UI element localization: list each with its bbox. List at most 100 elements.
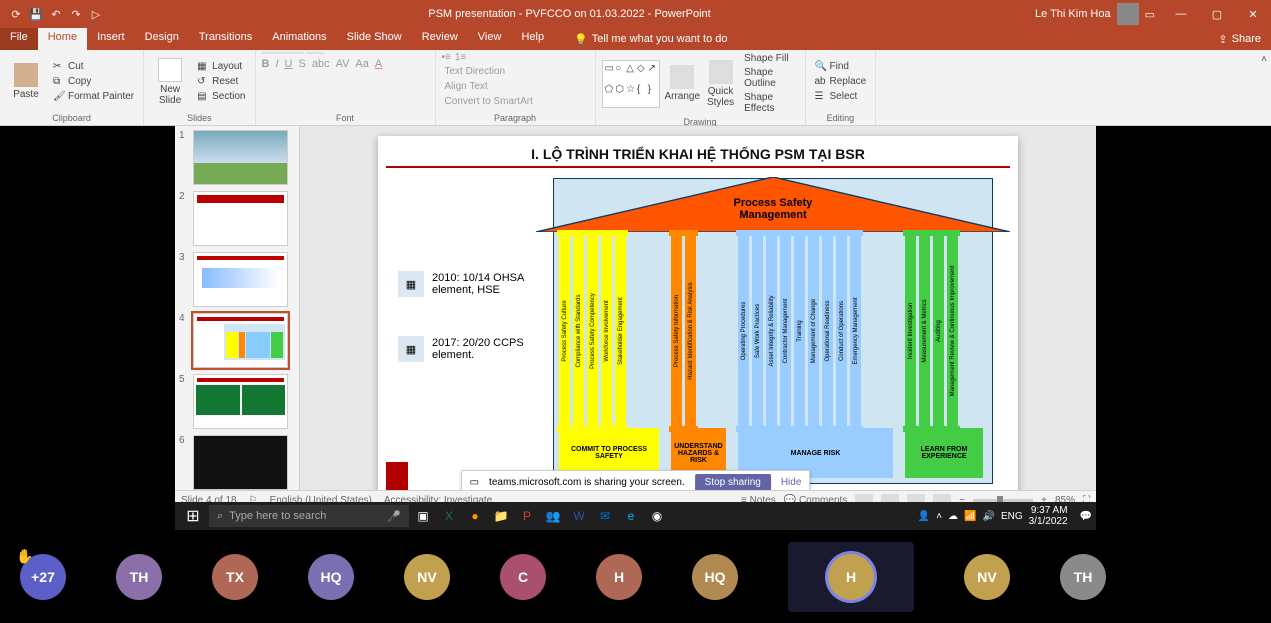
select-button[interactable]: ☰Select [812, 90, 870, 104]
tray-lang[interactable]: ENG [1001, 511, 1023, 522]
align-text-button[interactable]: Align Text [442, 80, 491, 93]
thumb-num: 4 [179, 313, 189, 368]
autosave-icon[interactable]: ⟳ [8, 6, 24, 22]
participant-avatar[interactable]: HQ [308, 554, 354, 600]
replace-button[interactable]: abReplace [812, 75, 870, 89]
shapes-gallery[interactable]: ▭○△◇↗ ⬠⬡☆{} [602, 60, 661, 108]
notifications-icon[interactable]: 💬 [1080, 511, 1092, 522]
find-button[interactable]: 🔍Find [812, 60, 870, 74]
section-button[interactable]: ▤Section [194, 90, 248, 104]
tray-wifi-icon[interactable]: 📶 [964, 511, 976, 522]
task-view-button[interactable]: ▣ [411, 504, 435, 528]
excel-taskbar-icon[interactable]: X [437, 504, 461, 528]
participant-avatar[interactable]: NV [964, 554, 1010, 600]
tab-review[interactable]: Review [412, 28, 468, 50]
undo-icon[interactable]: ↶ [48, 6, 64, 22]
new-slide-button[interactable]: New Slide [150, 55, 190, 109]
slide-thumb-6[interactable] [193, 435, 288, 490]
tab-design[interactable]: Design [135, 28, 189, 50]
tab-animations[interactable]: Animations [262, 28, 336, 50]
tray-people-icon[interactable]: 👤 [918, 511, 930, 522]
convert-smartart-button[interactable]: Convert to SmartArt [442, 95, 536, 108]
close-button[interactable]: ✕ [1235, 0, 1271, 28]
participant-avatar[interactable]: HQ [692, 554, 738, 600]
maximize-button[interactable]: ▢ [1199, 0, 1235, 28]
tray-volume-icon[interactable]: 🔊 [982, 511, 994, 522]
hide-banner-button[interactable]: Hide [781, 477, 802, 488]
firefox-taskbar-icon[interactable]: ● [463, 504, 487, 528]
shape-fill-button[interactable]: Shape Fill [741, 52, 798, 65]
italic-button[interactable]: I [275, 58, 278, 70]
slide-canvas[interactable]: I. LỘ TRÌNH TRIỂN KHAI HỆ THỐNG PSM TẠI … [378, 136, 1018, 496]
shadow-button[interactable]: S [298, 58, 305, 70]
tray-up-icon[interactable]: ˄ [936, 511, 942, 522]
shape-outline-button[interactable]: Shape Outline [741, 66, 798, 90]
start-from-beginning-icon[interactable]: ▷ [88, 6, 104, 22]
participant-avatar[interactable]: C [500, 554, 546, 600]
participant-avatar[interactable]: H [596, 554, 642, 600]
tab-help[interactable]: Help [511, 28, 554, 50]
copy-button[interactable]: ⧉Copy [50, 75, 137, 89]
ribbon-tabs: File Home Insert Design Transitions Anim… [0, 28, 1271, 50]
share-button[interactable]: ⇪ Share [1208, 28, 1271, 50]
user-avatar[interactable] [1117, 3, 1139, 25]
tab-home[interactable]: Home [38, 28, 87, 50]
slide-thumb-1[interactable] [193, 130, 288, 185]
participant-avatar[interactable]: TH [1060, 554, 1106, 600]
participant-avatar[interactable]: H [828, 554, 874, 600]
cut-button[interactable]: ✂Cut [50, 60, 137, 74]
shape-effects-button[interactable]: Shape Effects [741, 91, 798, 115]
numbering-button[interactable]: 1≡ [455, 52, 466, 63]
paste-button[interactable]: Paste [6, 55, 46, 109]
spacing-button[interactable]: AV [336, 58, 350, 70]
tab-view[interactable]: View [468, 28, 512, 50]
tab-file[interactable]: File [0, 28, 38, 50]
teams-taskbar-icon[interactable]: 👥 [541, 504, 565, 528]
taskbar-clock[interactable]: 9:37 AM 3/1/2022 [1029, 505, 1074, 527]
pillar: Conduct of Operations [836, 234, 847, 428]
redo-icon[interactable]: ↷ [68, 6, 84, 22]
text-direction-button[interactable]: Text Direction [442, 65, 509, 78]
word-taskbar-icon[interactable]: W [567, 504, 591, 528]
ribbon-options-icon[interactable]: ▭ [1145, 8, 1155, 21]
taskbar-search[interactable]: ⌕ Type here to search 🎤 [209, 505, 409, 527]
underline-button[interactable]: U [285, 58, 293, 70]
slide-thumb-3[interactable] [193, 252, 288, 307]
font-size-combo[interactable] [306, 52, 324, 54]
slide-thumb-2[interactable] [193, 191, 288, 246]
stop-sharing-button[interactable]: Stop sharing [695, 474, 771, 491]
slide-thumb-4[interactable] [193, 313, 288, 368]
tab-transitions[interactable]: Transitions [189, 28, 262, 50]
outlook-taskbar-icon[interactable]: ✉ [593, 504, 617, 528]
tell-me-search[interactable]: 💡 Tell me what you want to do [574, 28, 727, 50]
cut-icon: ✂ [53, 61, 65, 73]
tab-slideshow[interactable]: Slide Show [337, 28, 412, 50]
layout-button[interactable]: ▦Layout [194, 60, 248, 74]
minimize-button[interactable]: — [1163, 0, 1199, 28]
participant-overflow[interactable]: ✋+27 [20, 554, 66, 600]
participant-avatar[interactable]: TX [212, 554, 258, 600]
arrange-button[interactable]: Arrange [664, 57, 700, 111]
collapse-ribbon-button[interactable]: ˄ [1261, 54, 1267, 65]
participant-avatar[interactable]: TH [116, 554, 162, 600]
reset-button[interactable]: ↺Reset [194, 75, 248, 89]
participant-avatar[interactable]: NV [404, 554, 450, 600]
tray-cloud-icon[interactable]: ☁ [948, 511, 958, 522]
bold-button[interactable]: B [262, 58, 270, 70]
start-button[interactable]: ⊞ [179, 504, 207, 528]
tab-insert[interactable]: Insert [87, 28, 135, 50]
chrome-taskbar-icon[interactable]: ◉ [645, 504, 669, 528]
powerpoint-taskbar-icon[interactable]: P [515, 504, 539, 528]
case-button[interactable]: Aa [355, 58, 368, 70]
strike-button[interactable]: abc [312, 58, 330, 70]
ie-taskbar-icon[interactable]: e [619, 504, 643, 528]
save-icon[interactable]: 💾 [28, 6, 44, 22]
font-name-combo[interactable] [262, 52, 304, 54]
explorer-taskbar-icon[interactable]: 📁 [489, 504, 513, 528]
bullets-button[interactable]: •≡ [442, 52, 451, 63]
font-color-button[interactable]: A [375, 58, 382, 70]
slide-thumb-5[interactable] [193, 374, 288, 429]
format-painter-button[interactable]: 🖌Format Painter [50, 90, 137, 104]
quick-styles-button[interactable]: Quick Styles [704, 57, 737, 111]
mic-icon[interactable]: 🎤 [387, 510, 401, 523]
